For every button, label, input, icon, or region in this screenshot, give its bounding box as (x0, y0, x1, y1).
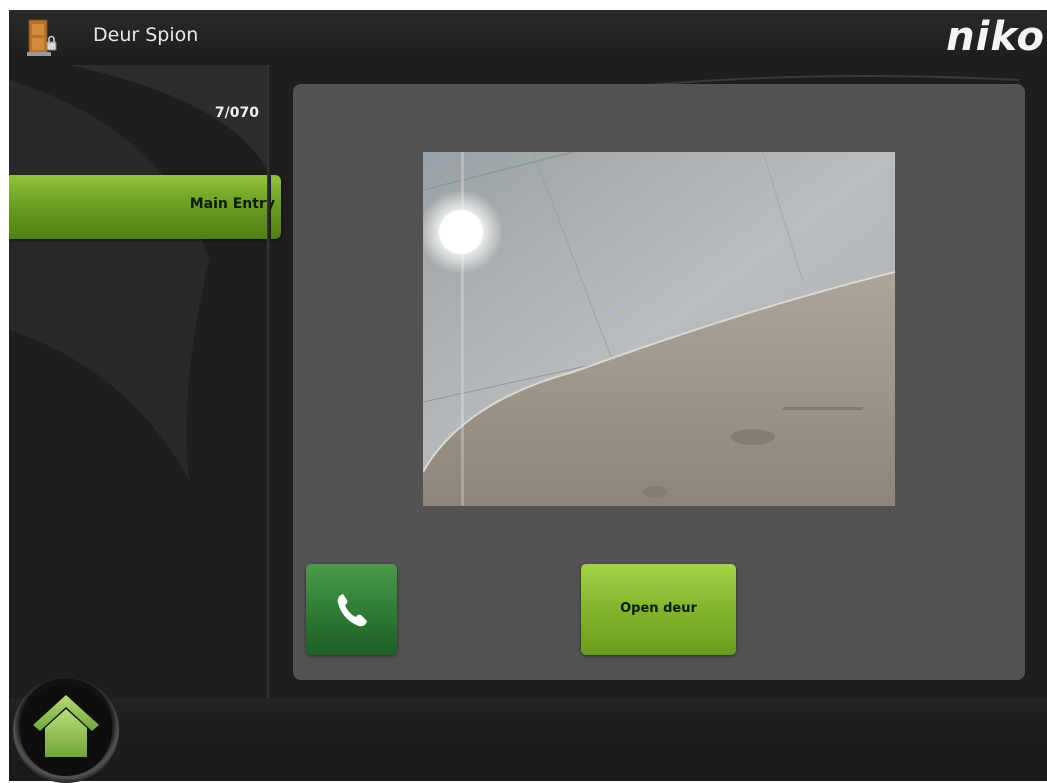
camera-feed (423, 152, 895, 506)
home-button[interactable] (9, 673, 123, 783)
bottom-bar (9, 699, 1047, 781)
open-door-label: Open deur (620, 601, 697, 616)
call-button[interactable] (306, 564, 397, 655)
niko-logo: niko (946, 14, 1045, 60)
sidebar-divider (267, 65, 271, 699)
main-panel: Open deur (293, 84, 1025, 680)
sidebar: 7/070 Main Entry (9, 65, 281, 699)
open-door-button[interactable]: Open deur (581, 564, 736, 655)
intercom-screen: Deur Spion niko 7/070 Main Entry Open de… (9, 10, 1047, 781)
phone-icon (337, 594, 367, 627)
page-title: Deur Spion (93, 24, 199, 46)
camera-image (423, 152, 895, 506)
header-bar: Deur Spion niko (9, 10, 1047, 65)
sidebar-item-label: Main Entry (189, 196, 275, 212)
door-icon (27, 19, 57, 56)
sidebar-item-main-entry[interactable]: Main Entry (9, 175, 281, 239)
panel-code: 7/070 (214, 105, 259, 121)
